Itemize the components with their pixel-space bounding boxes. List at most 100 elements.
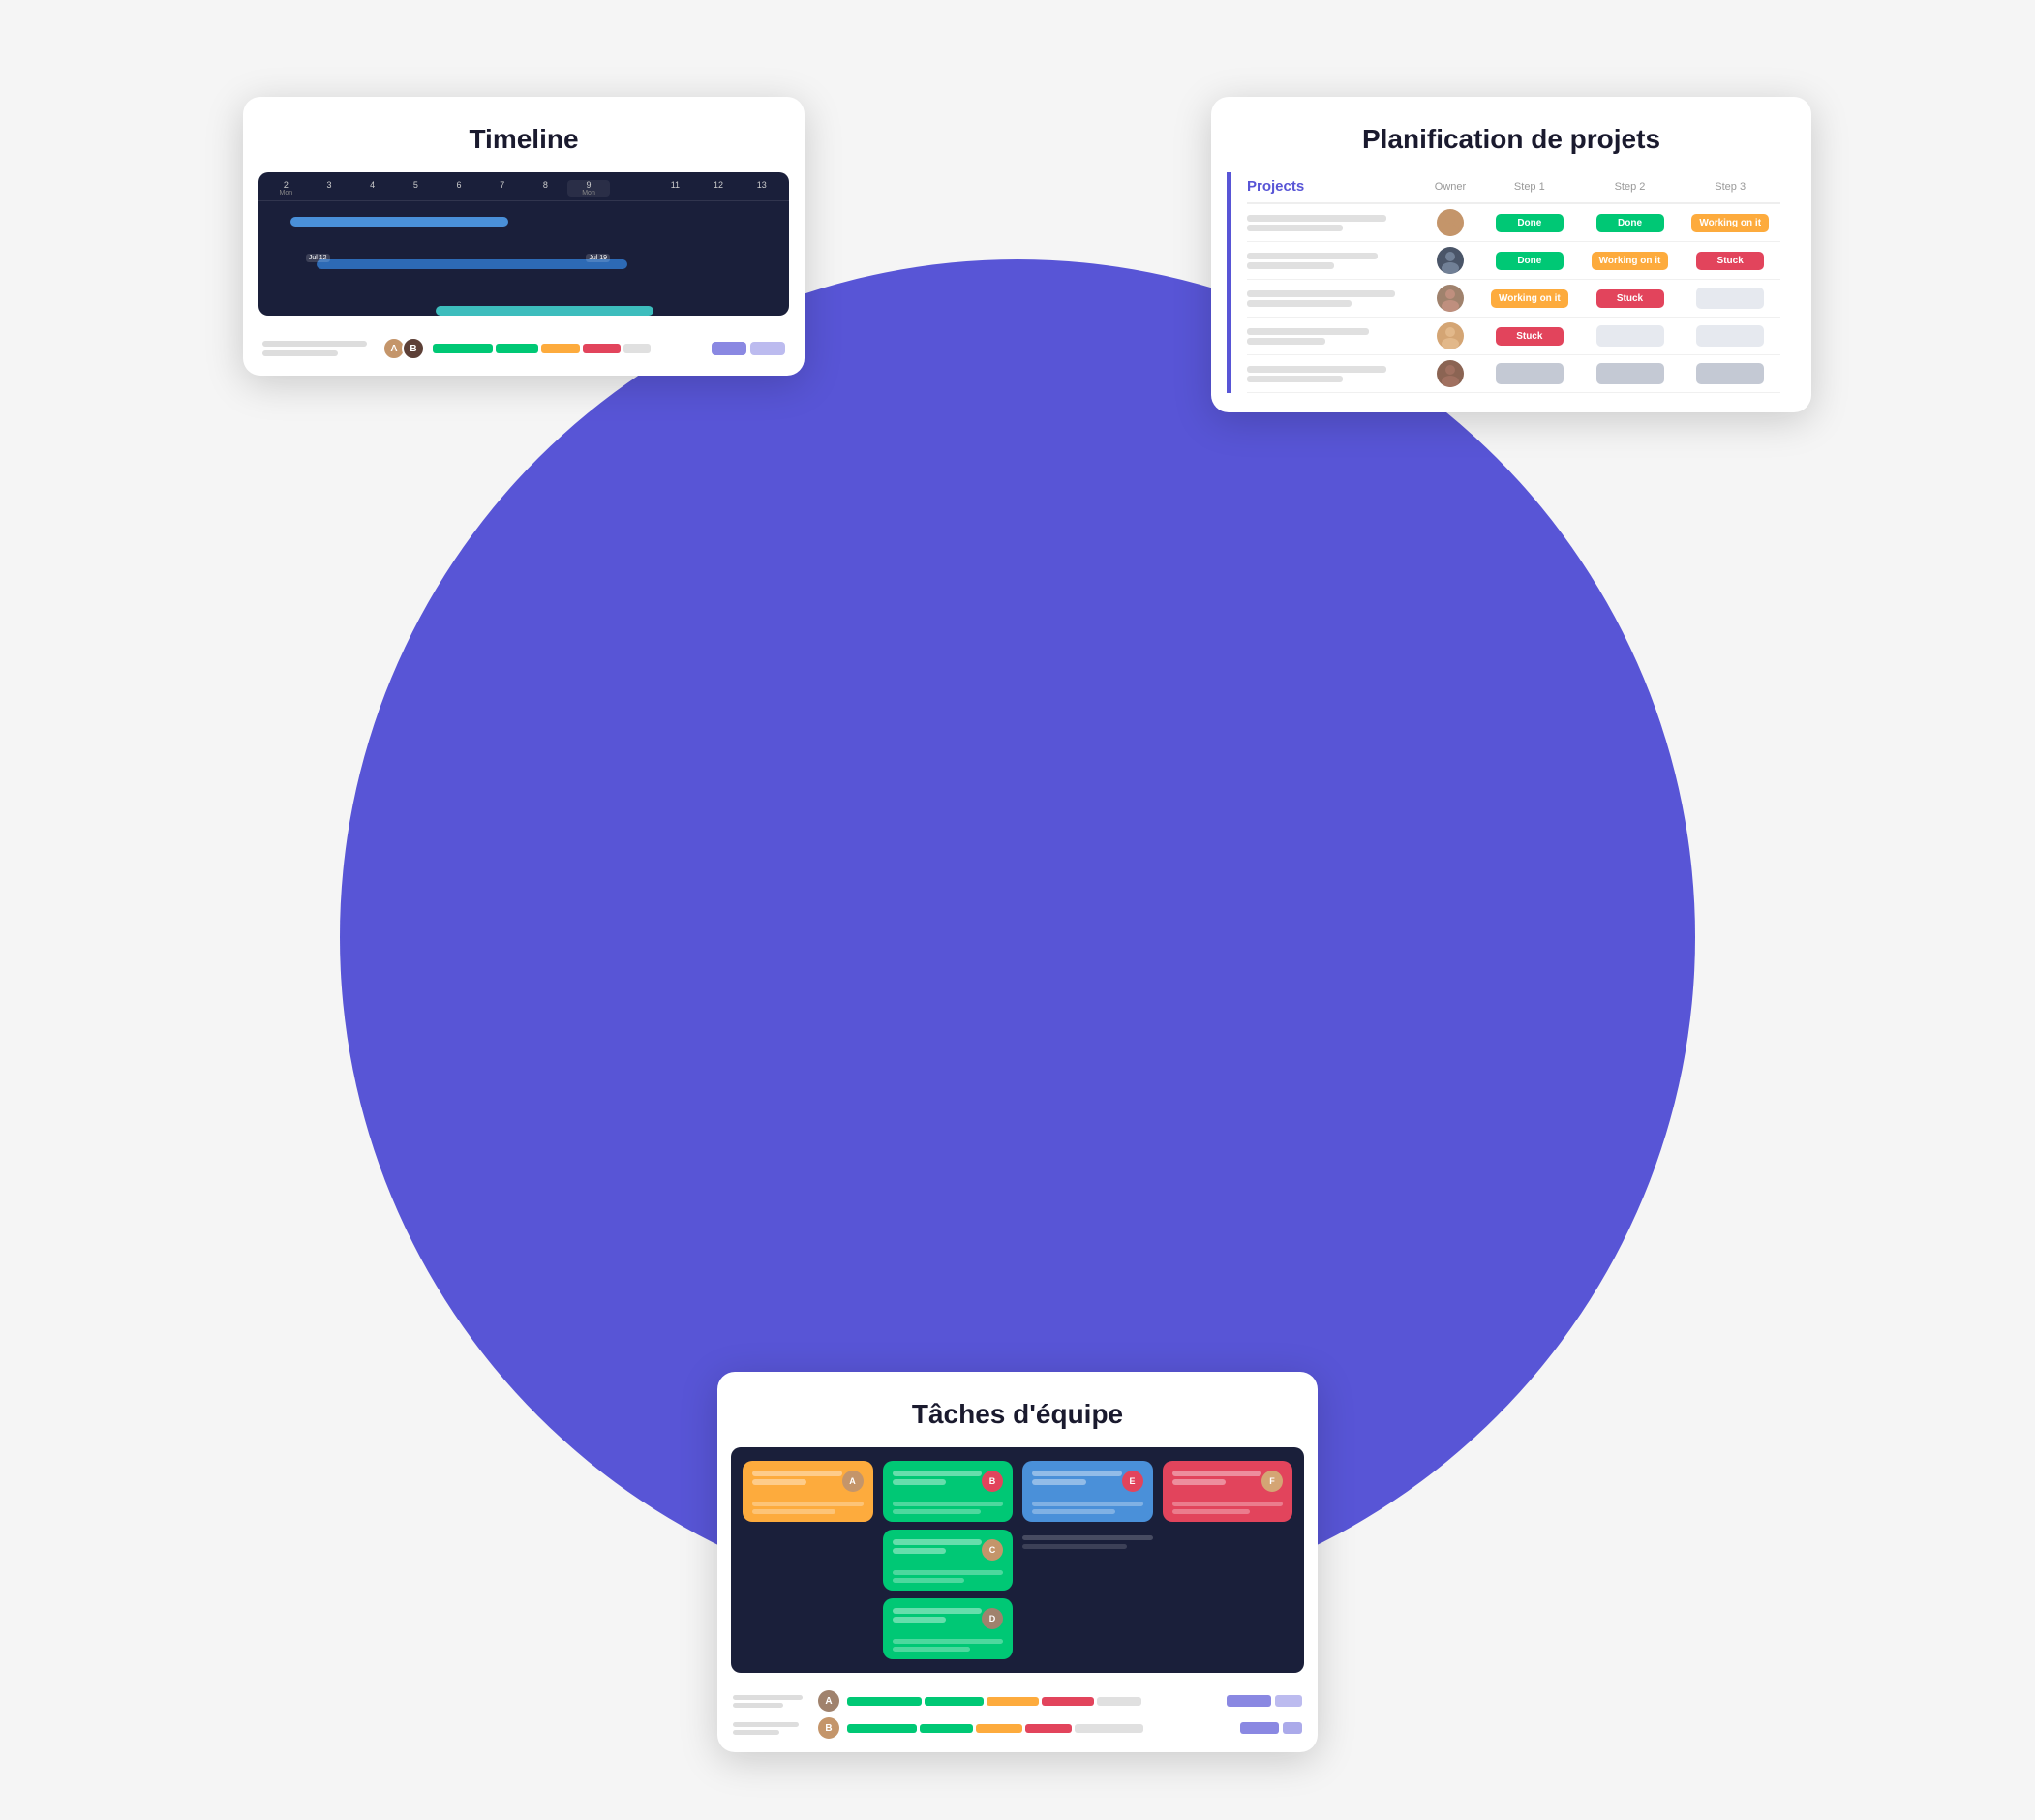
kanban-card-4: F <box>1163 1461 1293 1522</box>
plan-avatar-5 <box>1437 360 1464 387</box>
kanban-card-2a: B <box>883 1461 1014 1522</box>
card-title-lines-4 <box>1172 1471 1262 1485</box>
plan-row-4-owner <box>1421 322 1479 349</box>
day-col-11: 12 <box>697 180 741 197</box>
summary-text <box>262 341 379 356</box>
gantt-row-1 <box>264 211 783 230</box>
gantt-chart: 2 Mon 3 4 5 6 7 8 9 Mon 11 12 13 <box>258 172 789 316</box>
day-col-4: 5 <box>394 180 438 197</box>
status-working-2: Working on it <box>1592 252 1669 270</box>
gantt-row-2: Jul 12 Jul 19 <box>264 234 783 254</box>
planification-card: Planification de projets Projects Owner … <box>1211 97 1811 412</box>
timeline-card: Timeline 2 Mon 3 4 5 6 7 8 9 Mon 1 <box>243 97 805 376</box>
kanban-card-1: A <box>743 1461 873 1522</box>
ts-btn-2b[interactable] <box>1283 1722 1302 1734</box>
plan-row-3: Working on it Stuck <box>1247 280 1780 318</box>
plan-row-1-owner <box>1421 209 1479 236</box>
plan-table: Projects Owner Step 1 Step 2 Step 3 <box>1247 172 1780 393</box>
plan-cell-5-2 <box>1580 363 1681 384</box>
card-header-4: F <box>1172 1471 1284 1492</box>
ts-nav-1 <box>1227 1695 1302 1707</box>
summary-avatars: A B <box>386 337 425 360</box>
ts-bar-g2 <box>925 1697 984 1706</box>
bar-orange <box>541 344 579 353</box>
header-projects: Projects <box>1247 178 1421 195</box>
card-avatar-1: A <box>842 1471 864 1492</box>
main-scene: Timeline 2 Mon 3 4 5 6 7 8 9 Mon 1 <box>146 39 1889 1781</box>
card-title-lines-1 <box>752 1471 842 1485</box>
ts-btn-2a[interactable] <box>1240 1722 1279 1734</box>
status-working-1: Working on it <box>1691 214 1769 232</box>
card-body-2a <box>893 1498 1004 1514</box>
day-col-3: 4 <box>350 180 394 197</box>
status-stuck-1: Stuck <box>1696 252 1764 270</box>
ts-btn-1b[interactable] <box>1275 1695 1302 1707</box>
plan-cell-3-1: Working on it <box>1479 289 1580 308</box>
plan-row-4: Stuck <box>1247 318 1780 355</box>
plan-row-5-owner <box>1421 360 1479 387</box>
timeline-summary: A B <box>243 327 805 376</box>
card-body-3 <box>1032 1498 1143 1514</box>
ts-nav-2 <box>1240 1722 1302 1734</box>
day-col-9 <box>610 180 653 197</box>
day-col-8: 9 Mon <box>567 180 611 197</box>
ts-btn-1a[interactable] <box>1227 1695 1271 1707</box>
plan-avatar-4 <box>1437 322 1464 349</box>
card-avatar-3: E <box>1122 1471 1143 1492</box>
summary-line-2 <box>262 350 338 356</box>
day-col-6: 7 <box>480 180 524 197</box>
kanban-card-2b: C <box>883 1530 1014 1591</box>
ts-bar-g3 <box>847 1724 917 1733</box>
card-body-2c <box>893 1635 1004 1652</box>
ts-bar-g1 <box>847 1697 922 1706</box>
card-title-lines-2c <box>893 1608 983 1623</box>
day-name: Mon <box>264 190 308 197</box>
kanban-col-4: F <box>1163 1461 1293 1659</box>
day-col-7: 8 <box>524 180 567 197</box>
ts-avatar-1: A <box>818 1690 839 1712</box>
card-header-1: A <box>752 1471 864 1492</box>
card-avatar-2b: C <box>982 1539 1003 1561</box>
ts-bar-o <box>987 1697 1039 1706</box>
card-title-lines-2a <box>893 1471 983 1485</box>
plan-avatar-3 <box>1437 285 1464 312</box>
plan-row-2: Done Working on it Stuck <box>1247 242 1780 280</box>
ts-bar-r2 <box>1025 1724 1072 1733</box>
kanban-col-2: B C <box>883 1461 1014 1659</box>
card-avatar-2a: B <box>982 1471 1003 1492</box>
header-owner: Owner <box>1421 181 1479 193</box>
taches-summary-row-1: A <box>733 1690 1302 1712</box>
card-body-4 <box>1172 1498 1284 1514</box>
gantt-bar-1 <box>290 217 508 227</box>
day-num: 2 <box>264 180 308 190</box>
plan-row-1-name <box>1247 215 1421 231</box>
plan-cell-1-2: Done <box>1580 214 1681 232</box>
summary-status-bars <box>433 344 704 353</box>
badge-empty-1 <box>1696 288 1764 309</box>
planification-title: Planification de projets <box>1211 97 1811 172</box>
badge-light-3 <box>1696 363 1764 384</box>
status-done-3: Done <box>1496 252 1564 270</box>
card-body-2b <box>893 1566 1004 1583</box>
card-header-2b: C <box>893 1539 1004 1561</box>
plan-row-3-name <box>1247 290 1421 307</box>
gantt-header: 2 Mon 3 4 5 6 7 8 9 Mon 11 12 13 <box>258 180 789 201</box>
blue-card-extra <box>1022 1530 1153 1555</box>
plan-avatar-2 <box>1437 247 1464 274</box>
plan-cell-2-2: Working on it <box>1580 252 1681 270</box>
nav-btn-2[interactable] <box>750 342 785 355</box>
kanban-col-3: E <box>1022 1461 1153 1659</box>
header-step1: Step 1 <box>1479 181 1580 193</box>
bar-green-1 <box>433 344 493 353</box>
plan-cell-1-3: Working on it <box>1680 214 1780 232</box>
taches-card: Tâches d'équipe A <box>717 1372 1318 1752</box>
card-title-lines-2b <box>893 1539 983 1554</box>
ts-bar-g4 <box>920 1724 974 1733</box>
plan-row-5 <box>1247 355 1780 393</box>
nav-btn-1[interactable] <box>712 342 746 355</box>
card-avatar-4: F <box>1261 1471 1283 1492</box>
day-col-2: 3 <box>308 180 351 197</box>
taches-summary: A B <box>717 1684 1318 1752</box>
plan-row-1: Done Done Working on it <box>1247 204 1780 242</box>
status-done-2: Done <box>1596 214 1664 232</box>
